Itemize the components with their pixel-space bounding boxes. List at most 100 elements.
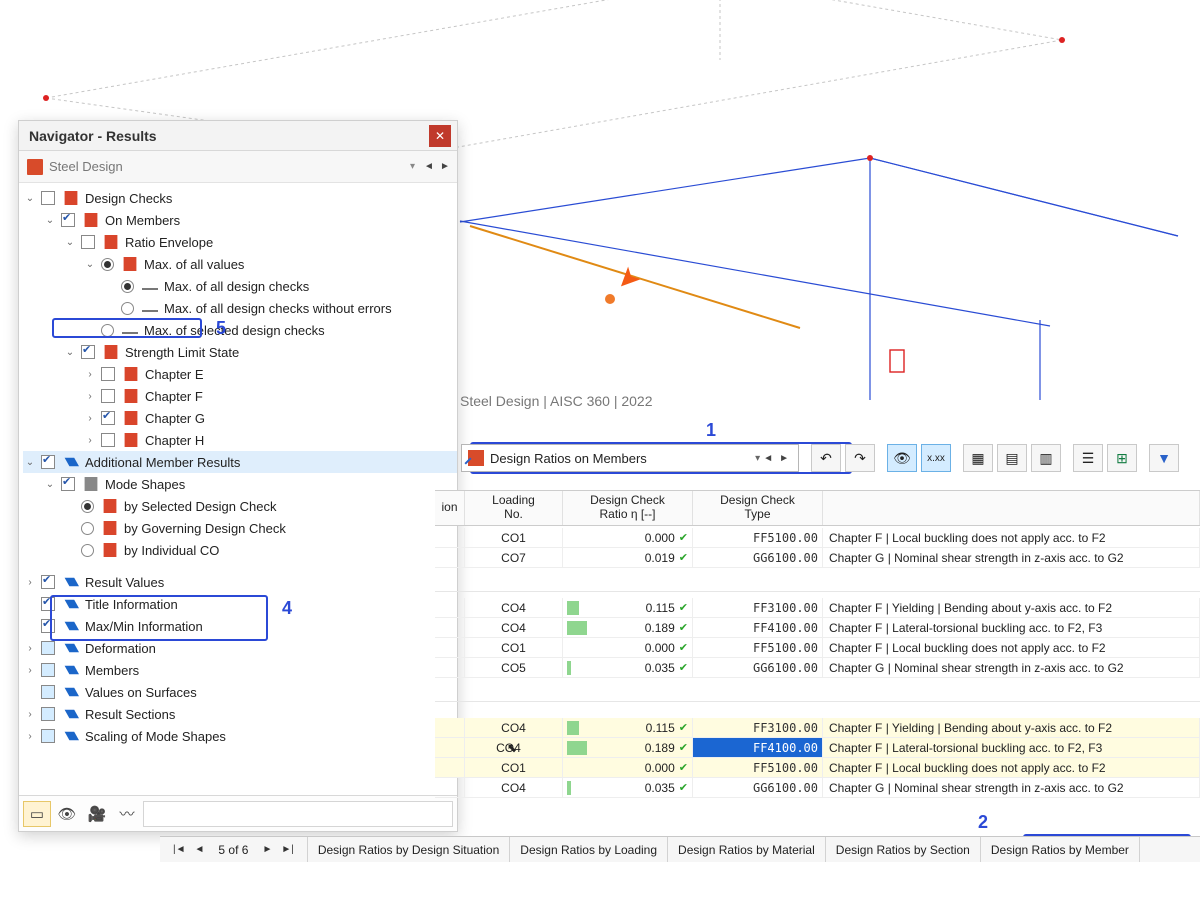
tab-design-situation[interactable]: Design Ratios by Design Situation xyxy=(308,837,510,862)
checkbox[interactable] xyxy=(81,345,95,359)
tree-additional-member[interactable]: Additional Member Results xyxy=(83,455,240,470)
next-icon[interactable]: ► xyxy=(776,453,792,464)
result-icon xyxy=(63,575,79,589)
tree-ratio-envelope[interactable]: Ratio Envelope xyxy=(123,235,213,250)
checkbox[interactable] xyxy=(101,433,115,447)
eye-icon[interactable]: 👁 xyxy=(53,801,81,827)
chapter-icon xyxy=(123,433,139,447)
radio[interactable] xyxy=(81,522,94,535)
tree-deformation[interactable]: Deformation xyxy=(83,641,156,656)
checkbox[interactable] xyxy=(41,619,55,633)
search-input[interactable] xyxy=(143,801,453,827)
radio[interactable] xyxy=(121,280,134,293)
tree-max-selected[interactable]: Max. of selected design checks xyxy=(142,323,325,338)
radio[interactable] xyxy=(81,500,94,513)
table-row[interactable]: CO10.000✔FF5100.00Chapter F | Local buck… xyxy=(435,528,1200,548)
checkbox[interactable] xyxy=(41,663,55,677)
checkbox[interactable] xyxy=(101,389,115,403)
prev-icon[interactable]: ◄ xyxy=(421,157,437,177)
table-row[interactable]: CO50.035✔GG6100.00Chapter G | Nominal sh… xyxy=(435,658,1200,678)
navigator-selector[interactable]: Steel Design ▾ ◄ ► xyxy=(19,151,457,183)
table-row[interactable]: CO70.019✔GG6100.00Chapter G | Nominal sh… xyxy=(435,548,1200,568)
tree-on-members[interactable]: On Members xyxy=(103,213,180,228)
select-tool-icon[interactable]: ▭ xyxy=(23,801,51,827)
tool-table2-icon[interactable]: ▤ xyxy=(997,444,1027,472)
table-row[interactable]: CO40.115✔FF3100.00Chapter F | Yielding |… xyxy=(435,718,1200,738)
checkbox[interactable] xyxy=(41,455,55,469)
tree-result-sections[interactable]: Result Sections xyxy=(83,707,175,722)
chapter-icon xyxy=(123,411,139,425)
tool-table1-icon[interactable]: ▦ xyxy=(963,444,993,472)
combo-design-ratios[interactable]: Design Ratios on Members ▾ ◄ ► xyxy=(461,444,799,472)
tool-eye-icon[interactable]: 👁 xyxy=(887,444,917,472)
tab-section[interactable]: Design Ratios by Section xyxy=(826,837,981,862)
table-row[interactable]: CO40.115✔FF3100.00Chapter F | Yielding |… xyxy=(435,598,1200,618)
checkbox[interactable] xyxy=(41,685,55,699)
tool-undo-icon[interactable]: ↶ xyxy=(811,444,841,472)
prev-icon[interactable]: ◄ xyxy=(760,453,776,464)
tool-filter-icon[interactable]: ▼ xyxy=(1149,444,1179,472)
expand-icon[interactable]: ⌄ xyxy=(23,193,37,204)
last-page-icon[interactable]: ►| xyxy=(278,844,297,855)
tree-result-values[interactable]: Result Values xyxy=(83,575,164,590)
tree-max-no-errors[interactable]: Max. of all design checks without errors xyxy=(162,301,392,316)
tool-excel-icon[interactable]: ⊞ xyxy=(1107,444,1137,472)
radio[interactable] xyxy=(81,544,94,557)
checkbox[interactable] xyxy=(61,213,75,227)
checkbox[interactable] xyxy=(41,191,55,205)
tree-chapter-h[interactable]: Chapter H xyxy=(143,433,204,448)
tool-list-icon[interactable]: ☰ xyxy=(1073,444,1103,472)
next-icon[interactable]: ► xyxy=(437,157,453,177)
tab-loading[interactable]: Design Ratios by Loading xyxy=(510,837,668,862)
camera-icon[interactable]: 🎥 xyxy=(83,801,111,827)
checkbox[interactable] xyxy=(41,575,55,589)
radio[interactable] xyxy=(121,302,134,315)
ribbon: Design Ratios on Members ▾ ◄ ► ↶ ↷ 👁 x.x… xyxy=(461,440,1199,476)
table-row[interactable]: CO40.189✔FF4100.00Chapter F | Lateral-to… xyxy=(435,618,1200,638)
tree-mode-shapes[interactable]: Mode Shapes xyxy=(103,477,185,492)
table-row[interactable]: CO10.000✔FF5100.00Chapter F | Local buck… xyxy=(435,638,1200,658)
tree-title-info[interactable]: Title Information xyxy=(83,597,178,612)
chapter-icon xyxy=(123,367,139,381)
table-row[interactable]: CO4⬉0.189✔FF4100.00Chapter F | Lateral-t… xyxy=(435,738,1200,758)
checkbox[interactable] xyxy=(101,367,115,381)
radio[interactable] xyxy=(101,258,114,271)
tree-chapter-g[interactable]: Chapter G xyxy=(143,411,205,426)
checkbox[interactable] xyxy=(41,729,55,743)
tool-table3-icon[interactable]: ▥ xyxy=(1031,444,1061,472)
table-row[interactable]: CO10.000✔FF5100.00Chapter F | Local buck… xyxy=(435,758,1200,778)
tree-by-governing[interactable]: by Governing Design Check xyxy=(122,521,286,536)
checkbox[interactable] xyxy=(41,641,55,655)
tree-design-checks[interactable]: Design Checks xyxy=(83,191,172,206)
tab-member[interactable]: Design Ratios by Member xyxy=(981,837,1140,862)
table-row[interactable]: CO40.035✔GG6100.00Chapter G | Nominal sh… xyxy=(435,778,1200,798)
checkbox[interactable] xyxy=(41,597,55,611)
tree-values-surfaces[interactable]: Values on Surfaces xyxy=(83,685,197,700)
page-indicator: 5 of 6 xyxy=(210,843,256,857)
tree-max-all-values[interactable]: Max. of all values xyxy=(142,257,244,272)
checkbox[interactable] xyxy=(61,477,75,491)
tree-members[interactable]: Members xyxy=(83,663,139,678)
tree-strength-limit[interactable]: Strength Limit State xyxy=(123,345,239,360)
tree-chapter-f[interactable]: Chapter F xyxy=(143,389,203,404)
line-tool-icon[interactable]: 〰 xyxy=(113,801,141,827)
tree-by-individual[interactable]: by Individual CO xyxy=(122,543,219,558)
radio[interactable] xyxy=(101,324,114,337)
navigator-tree[interactable]: ⌄Design Checks ⌄On Members ⌄Ratio Envelo… xyxy=(19,183,457,795)
tree-by-selected[interactable]: by Selected Design Check xyxy=(122,499,276,514)
tree-max-all-checks[interactable]: Max. of all design checks xyxy=(162,279,309,294)
tool-xxx-icon[interactable]: x.xx xyxy=(921,444,951,472)
tree-chapter-e[interactable]: Chapter E xyxy=(143,367,204,382)
checkbox[interactable] xyxy=(81,235,95,249)
tab-material[interactable]: Design Ratios by Material xyxy=(668,837,826,862)
close-icon[interactable]: ✕ xyxy=(429,125,451,147)
chevron-down-icon[interactable]: ▾ xyxy=(410,161,415,172)
checkbox[interactable] xyxy=(101,411,115,425)
tree-maxmin-info[interactable]: Max/Min Information xyxy=(83,619,203,634)
tree-scaling-mode[interactable]: Scaling of Mode Shapes xyxy=(83,729,226,744)
next-page-icon[interactable]: ► xyxy=(259,844,275,855)
prev-page-icon[interactable]: ◄ xyxy=(192,844,208,855)
first-page-icon[interactable]: |◄ xyxy=(170,844,189,855)
checkbox[interactable] xyxy=(41,707,55,721)
tool-redo-icon[interactable]: ↷ xyxy=(845,444,875,472)
